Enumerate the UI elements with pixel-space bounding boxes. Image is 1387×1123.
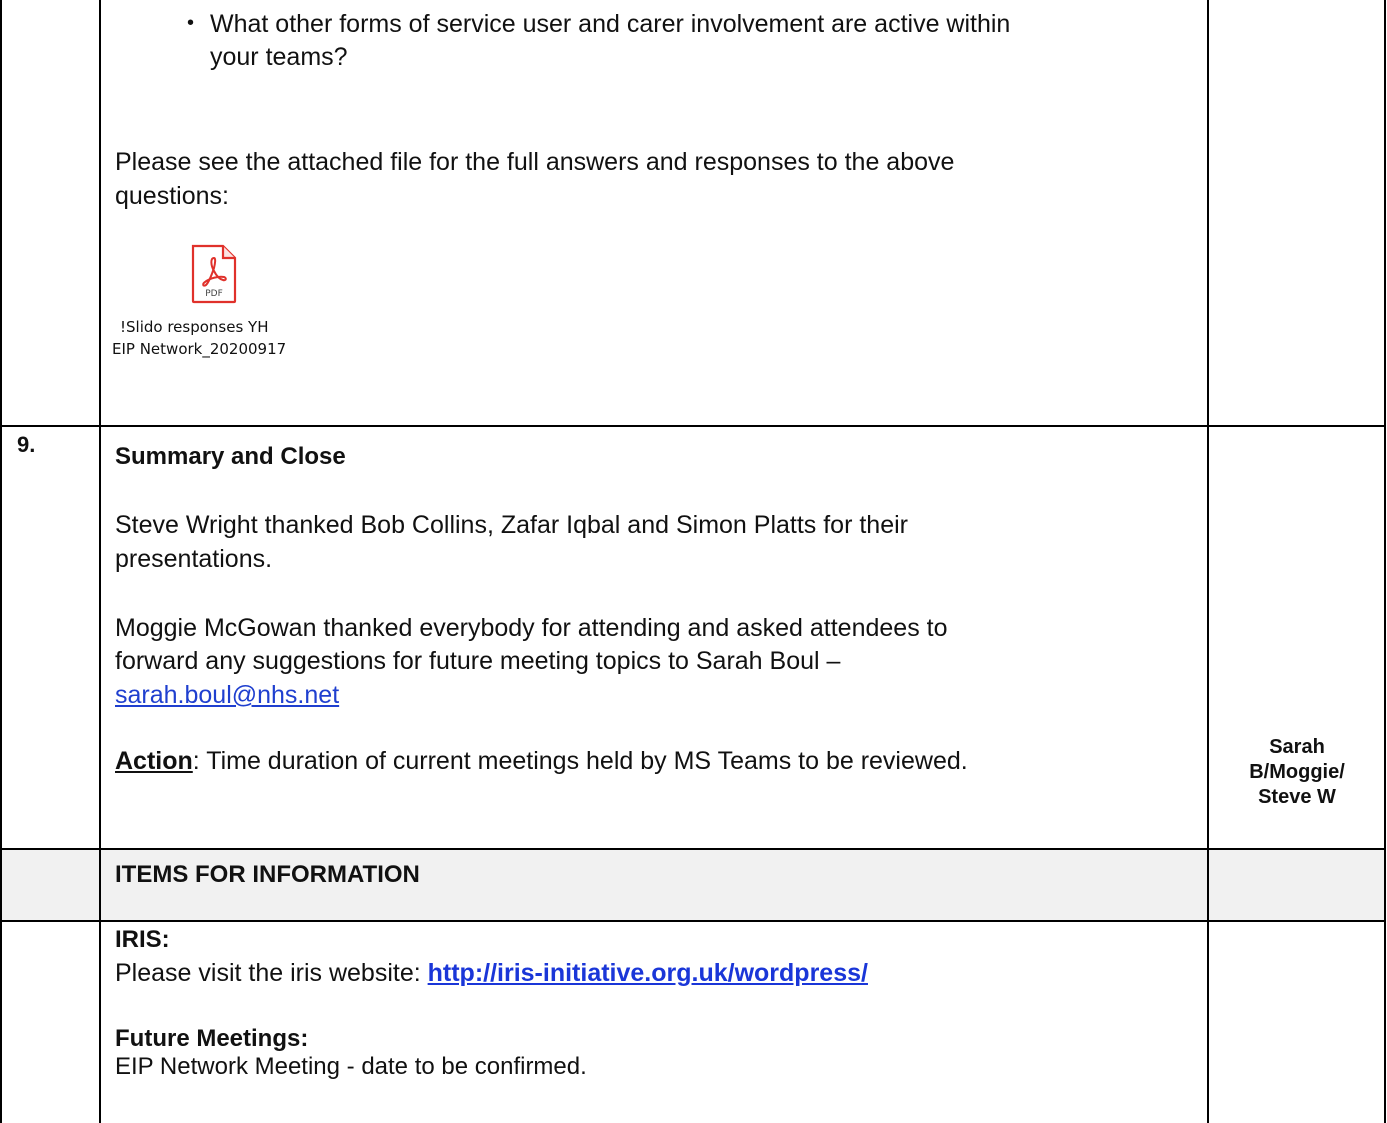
- section-heading: Summary and Close: [115, 443, 346, 470]
- bullet-text-line2: your teams?: [210, 43, 348, 71]
- table-left-border: [0, 0, 2, 1123]
- closing-paragraph-line1: Moggie McGowan thanked everybody for att…: [115, 614, 948, 642]
- pdf-file-icon: PDF: [191, 244, 237, 304]
- action-text: : Time duration of current meetings held…: [192, 747, 968, 775]
- pdf-caption-line1: !Slido responses YH: [120, 318, 269, 336]
- table-number-divider: [99, 0, 101, 1123]
- pdf-attachment[interactable]: PDF !Slido responses YH EIP Network_2020…: [112, 244, 322, 370]
- item-number: 9.: [17, 432, 36, 457]
- iris-website-link[interactable]: http://iris-initiative.org.uk/wordpress/: [428, 959, 868, 987]
- thanks-paragraph-line1: Steve Wright thanked Bob Collins, Zafar …: [115, 511, 908, 539]
- email-link[interactable]: sarah.boul@nhs.net: [115, 679, 339, 712]
- row-divider-info-items: [0, 920, 1386, 922]
- row-divider-8-9: [0, 425, 1386, 427]
- pdf-icon-label: PDF: [205, 289, 223, 299]
- action-owner-line2: B/Moggie/: [1249, 761, 1345, 783]
- info-section-heading: ITEMS FOR INFORMATION: [115, 861, 420, 888]
- thanks-paragraph-line2: presentations.: [115, 545, 273, 573]
- action-label: Action: [115, 747, 193, 775]
- action-line: Action: Time duration of current meeting…: [115, 745, 968, 778]
- bullet-point: •: [187, 12, 195, 34]
- action-owner-line3: Steve W: [1258, 786, 1336, 808]
- row-divider-9-info: [0, 848, 1386, 850]
- iris-heading: IRIS:: [115, 926, 170, 953]
- pdf-caption-line2: EIP Network_20200917: [112, 340, 287, 358]
- attached-file-text-line1: Please see the attached file for the ful…: [115, 148, 955, 176]
- future-meetings-text: EIP Network Meeting - date to be confirm…: [115, 1053, 587, 1080]
- iris-line: Please visit the iris website: http://ir…: [115, 957, 868, 990]
- closing-paragraph-line2: forward any suggestions for future meeti…: [115, 647, 841, 675]
- table-owner-divider: [1207, 0, 1209, 1123]
- action-owner-line1: Sarah: [1269, 736, 1325, 758]
- iris-text: Please visit the iris website:: [115, 959, 428, 987]
- table-right-border: [1384, 0, 1386, 1123]
- bullet-text-line1: What other forms of service user and car…: [210, 10, 1011, 38]
- attached-file-text-line2: questions:: [115, 182, 229, 210]
